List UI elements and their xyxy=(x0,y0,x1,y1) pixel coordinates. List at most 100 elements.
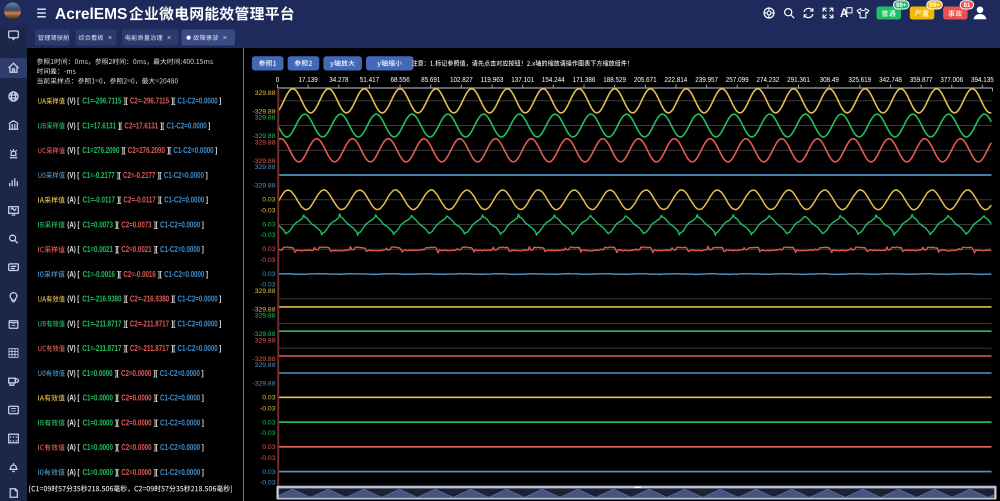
svg-text:]: ] xyxy=(202,368,204,378)
svg-text:]: ] xyxy=(208,120,210,130)
svg-text:329.88: 329.88 xyxy=(255,362,276,369)
svg-text:(V) [: (V) [ xyxy=(67,120,79,130)
svg-text:][: ][ xyxy=(115,219,119,229)
svg-text:-0.03: -0.03 xyxy=(260,405,276,412)
svg-text:C1=0.0073: C1=0.0073 xyxy=(83,219,114,229)
svg-text:][: ][ xyxy=(171,343,175,353)
svg-text:329.88: 329.88 xyxy=(255,164,276,171)
svg-text:C1=-0.2177: C1=-0.2177 xyxy=(82,170,115,180)
svg-text:(A) [: (A) [ xyxy=(67,219,79,229)
svg-text:C2=-0.2177: C2=-0.2177 xyxy=(123,170,156,180)
svg-text:(V) [: (V) [ xyxy=(67,145,79,155)
svg-text:]: ] xyxy=(206,195,208,205)
svg-text:][: ][ xyxy=(154,393,158,403)
svg-text:(A) [: (A) [ xyxy=(67,442,79,452)
svg-text:329.88: 329.88 xyxy=(255,139,276,146)
svg-text:]: ] xyxy=(206,170,208,180)
svg-text:C2=17.6131: C2=17.6131 xyxy=(124,120,158,130)
svg-text:(V) [: (V) [ xyxy=(67,343,79,353)
svg-text:0.03: 0.03 xyxy=(262,197,275,204)
svg-text:0.03: 0.03 xyxy=(262,419,275,426)
svg-text:C2=0.0000: C2=0.0000 xyxy=(121,442,152,452)
svg-text:C1-C2=0.0000: C1-C2=0.0000 xyxy=(160,417,200,427)
svg-text:188.529: 188.529 xyxy=(603,75,626,84)
svg-text:308.49: 308.49 xyxy=(820,75,839,84)
svg-text:C1-C2=0.0000: C1-C2=0.0000 xyxy=(178,343,218,353)
svg-text:][: ][ xyxy=(124,318,128,328)
svg-text:-329.88: -329.88 xyxy=(252,183,275,190)
svg-text:(A) [: (A) [ xyxy=(67,417,79,427)
svg-text:C2=0.0073: C2=0.0073 xyxy=(121,219,152,229)
svg-text:][: ][ xyxy=(115,467,119,477)
svg-text:68.556: 68.556 xyxy=(391,75,410,84)
svg-text:(V) [: (V) [ xyxy=(67,368,79,378)
svg-text:51.417: 51.417 xyxy=(360,75,379,84)
svg-text:0.03: 0.03 xyxy=(262,395,275,402)
svg-text:85.691: 85.691 xyxy=(421,75,440,84)
svg-text:][: ][ xyxy=(124,294,128,304)
svg-text:][: ][ xyxy=(158,195,162,205)
svg-text:-0.03: -0.03 xyxy=(260,430,276,437)
svg-text:81: 81 xyxy=(963,2,970,9)
svg-text:][: ][ xyxy=(124,343,128,353)
svg-text:137.101: 137.101 xyxy=(511,75,534,84)
svg-text:]: ] xyxy=(202,417,204,427)
svg-text:377.006: 377.006 xyxy=(940,75,963,84)
svg-text:C2=0.0000: C2=0.0000 xyxy=(121,368,152,378)
svg-text:C1=17.6131: C1=17.6131 xyxy=(82,120,116,130)
svg-text:C1-C2=0.0000: C1-C2=0.0000 xyxy=(164,195,204,205)
svg-text:C1=-216.9380: C1=-216.9380 xyxy=(82,294,121,304)
svg-text:329.88: 329.88 xyxy=(255,337,276,344)
svg-text:][: ][ xyxy=(115,442,119,452)
svg-text:]: ] xyxy=(202,442,204,452)
svg-text:C2=0.0000: C2=0.0000 xyxy=(121,417,152,427)
svg-text:C2=-216.9380: C2=-216.9380 xyxy=(130,294,169,304)
svg-text:(A) [: (A) [ xyxy=(67,195,79,205)
svg-text:0: 0 xyxy=(276,75,280,84)
svg-text:(V) [: (V) [ xyxy=(67,318,79,328)
svg-text:(A) [: (A) [ xyxy=(67,244,79,254)
svg-text:×: × xyxy=(167,33,171,42)
svg-text:C1-C2=0.0000: C1-C2=0.0000 xyxy=(167,120,207,130)
svg-text:C1=0.0000: C1=0.0000 xyxy=(83,393,114,403)
svg-text:][: ][ xyxy=(171,318,175,328)
svg-text:C1=0.0000: C1=0.0000 xyxy=(83,417,114,427)
svg-text:205.671: 205.671 xyxy=(634,75,657,84)
svg-text:C1=-211.8717: C1=-211.8717 xyxy=(82,318,121,328)
svg-text:329.88: 329.88 xyxy=(255,313,276,320)
svg-text:171.386: 171.386 xyxy=(573,75,596,84)
svg-text:][: ][ xyxy=(117,195,121,205)
svg-text:0.03: 0.03 xyxy=(262,221,275,228)
svg-text:][: ][ xyxy=(154,467,158,477)
svg-text:][: ][ xyxy=(115,417,119,427)
svg-text:][: ][ xyxy=(167,145,171,155)
svg-text:C1-C2=0.0000: C1-C2=0.0000 xyxy=(160,219,200,229)
svg-text:C2=-0.0117: C2=-0.0117 xyxy=(123,195,156,205)
svg-text:C1-C2=0.0000: C1-C2=0.0000 xyxy=(178,318,218,328)
svg-text:][: ][ xyxy=(115,244,119,254)
svg-text:C1=0.0021: C1=0.0021 xyxy=(83,244,114,254)
svg-text:C1=-211.8717: C1=-211.8717 xyxy=(82,343,121,353)
svg-text:][: ][ xyxy=(158,170,162,180)
svg-text:][: ][ xyxy=(171,96,175,106)
svg-text:325.619: 325.619 xyxy=(848,75,871,84)
svg-text:C1-C2=0.0000: C1-C2=0.0000 xyxy=(178,96,218,106)
svg-text:C1=-296.7115: C1=-296.7115 xyxy=(82,96,121,106)
svg-text:C2=-296.7115: C2=-296.7115 xyxy=(130,96,169,106)
svg-text:C1=-0.0117: C1=-0.0117 xyxy=(83,195,116,205)
svg-text:][: ][ xyxy=(118,120,122,130)
svg-text:C1-C2=0.0000: C1-C2=0.0000 xyxy=(164,170,204,180)
svg-text:C1-C2=0.0000: C1-C2=0.0000 xyxy=(160,368,200,378)
svg-text:0.03: 0.03 xyxy=(262,469,275,476)
svg-text:394.135: 394.135 xyxy=(971,75,994,84)
svg-text:119.963: 119.963 xyxy=(481,75,504,84)
svg-text:×: × xyxy=(223,33,227,42)
svg-text:274.232: 274.232 xyxy=(757,75,780,84)
svg-text:0.03: 0.03 xyxy=(262,444,275,451)
svg-text:][: ][ xyxy=(154,244,158,254)
svg-text:(A) [: (A) [ xyxy=(67,269,79,279)
svg-text:C2=0.0000: C2=0.0000 xyxy=(121,467,152,477)
svg-text:(V) [: (V) [ xyxy=(67,170,79,180)
svg-text:C2=-211.8717: C2=-211.8717 xyxy=(130,343,169,353)
svg-text:329.88: 329.88 xyxy=(255,115,276,122)
